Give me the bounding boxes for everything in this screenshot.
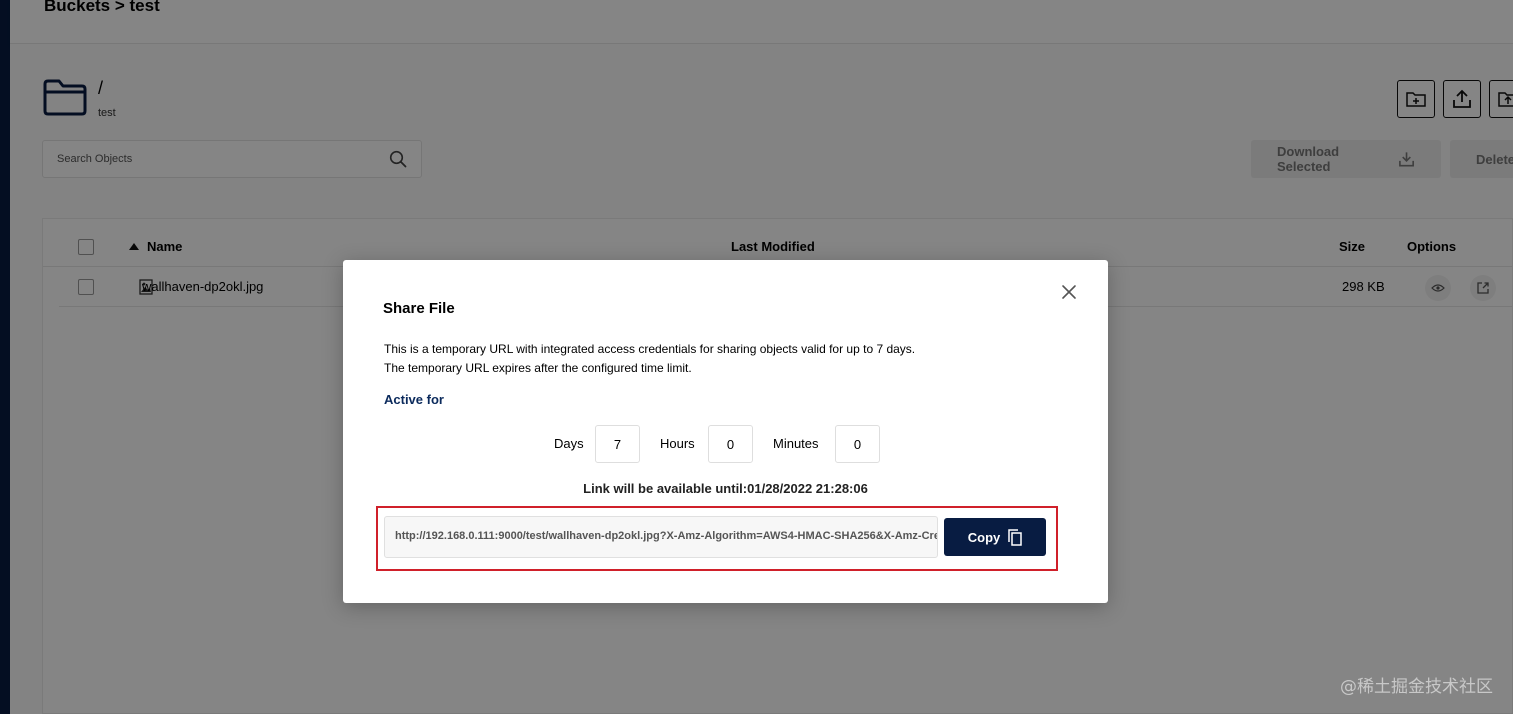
share-file-dialog: Share File This is a temporary URL with … bbox=[343, 260, 1108, 603]
active-for-label: Active for bbox=[384, 392, 444, 407]
dialog-description-line-2: The temporary URL expires after the conf… bbox=[384, 361, 692, 375]
share-url-field[interactable]: http://192.168.0.111:9000/test/wallhaven… bbox=[384, 516, 938, 558]
copy-label: Copy bbox=[967, 529, 1001, 545]
copy-button[interactable]: Copy bbox=[944, 518, 1046, 556]
minutes-label: Minutes bbox=[773, 436, 819, 451]
close-icon bbox=[1062, 285, 1076, 299]
close-button[interactable] bbox=[1057, 280, 1081, 304]
days-label: Days bbox=[554, 436, 584, 451]
watermark: @稀土掘金技术社区 bbox=[1340, 677, 1493, 697]
dialog-description-line-1: This is a temporary URL with integrated … bbox=[384, 342, 916, 356]
dialog-title: Share File bbox=[383, 300, 455, 317]
link-expiry-text: Link will be available until:01/28/2022 … bbox=[583, 481, 868, 496]
hours-input[interactable]: 0 bbox=[708, 425, 753, 463]
share-url-text: http://192.168.0.111:9000/test/wallhaven… bbox=[395, 530, 938, 542]
minutes-input[interactable]: 0 bbox=[835, 425, 880, 463]
days-input[interactable]: 7 bbox=[595, 425, 640, 463]
hours-label: Hours bbox=[660, 436, 695, 451]
copy-icon bbox=[1008, 528, 1022, 546]
